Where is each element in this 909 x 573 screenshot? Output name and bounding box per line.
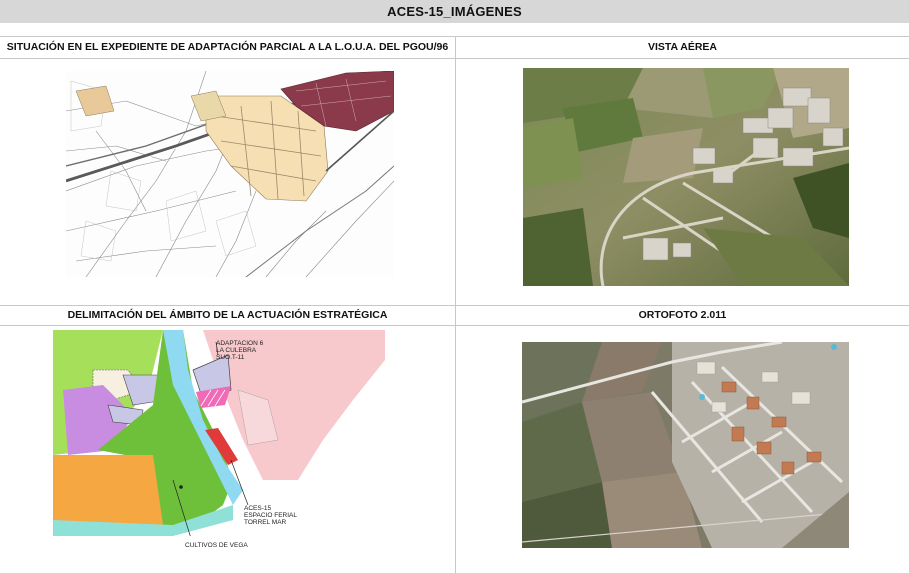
aerial-photo	[523, 68, 849, 286]
panel-title-ortofoto: ORTOFOTO 2.011	[456, 309, 909, 321]
panel-title-ortofoto-text: ORTOFOTO 2.011	[638, 309, 727, 321]
orthophoto	[522, 342, 849, 548]
adaptacion-label: ADAPTACION 6 LA CULEBRA SUO.T-11	[216, 340, 263, 361]
panel-title-situacion: SITUACIÓN EN EL EXPEDIENTE DE ADAPTACIÓN…	[0, 41, 455, 53]
plan-map-image	[66, 71, 394, 277]
aces-label: ACES-15 ESPACIO FERIAL TORREL MAR	[244, 505, 297, 526]
panel-title-delimitacion: DELIMITACIÓN DEL ÁMBITO DE LA ACTUACIÓN …	[0, 309, 455, 321]
document-title-bar: ACES-15_IMÁGENES	[0, 0, 909, 23]
document-title: ACES-15_IMÁGENES	[387, 4, 522, 19]
cultivos-label-text: CULTIVOS DE VEGA	[185, 542, 248, 549]
cultivos-label: CULTIVOS DE VEGA	[185, 542, 248, 549]
adaptacion-label-line-2: LA CULEBRA	[216, 347, 257, 354]
aces-label-line-2: ESPACIO FERIAL	[244, 512, 297, 519]
panel-title-vista-aerea-text: VISTA AÉREA	[647, 41, 718, 53]
aces-label-line-3: TORREL MAR	[244, 519, 287, 526]
panel-title-delimitacion-text: DELIMITACIÓN DEL ÁMBITO DE LA ACTUACIÓN …	[67, 309, 388, 321]
panel-title-vista-aerea: VISTA AÉREA	[456, 41, 909, 53]
aces-label-line-1: ACES-15	[244, 505, 272, 512]
adaptacion-label-line-3: SUO.T-11	[216, 354, 245, 361]
panel-title-situacion-text: SITUACIÓN EN EL EXPEDIENTE DE ADAPTACIÓN…	[6, 41, 449, 53]
grid-line-center	[455, 36, 456, 573]
adaptacion-label-line-1: ADAPTACION 6	[216, 340, 264, 347]
